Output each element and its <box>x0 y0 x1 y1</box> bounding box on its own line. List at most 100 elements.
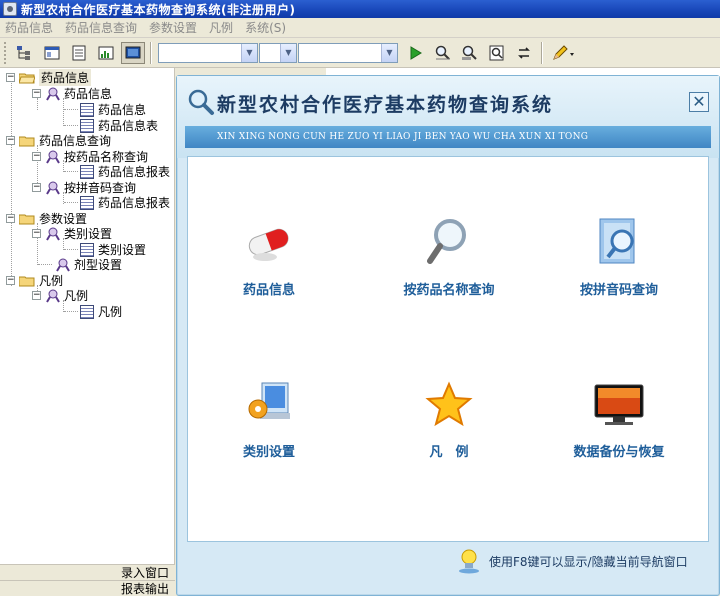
filter-combo-2[interactable]: ▼ <box>259 42 297 63</box>
folder-icon <box>19 136 35 146</box>
chart-icon <box>98 46 114 59</box>
chevron-down-icon[interactable]: ▼ <box>241 43 257 62</box>
title-bar: 新型农村合作医疗基本药物查询系统(非注册用户) <box>0 0 720 18</box>
window-button[interactable] <box>40 42 64 64</box>
menu-drug-info[interactable]: 药品信息 <box>2 19 62 36</box>
tile-label: 按药品名称查询 <box>403 283 495 298</box>
status-label: 录入窗口 <box>120 566 169 580</box>
tree-node-label: 药品信息查询 <box>39 134 112 148</box>
magnifier-icon <box>423 217 475 269</box>
form-icon <box>80 242 94 257</box>
filter-combo-1[interactable]: ▼ <box>158 42 258 63</box>
collapse-icon[interactable]: − <box>6 276 15 285</box>
collapse-icon[interactable]: − <box>6 73 15 82</box>
find-button[interactable] <box>431 42 455 64</box>
tree-leaf-legend[interactable]: 凡例 <box>80 304 122 319</box>
monitor-button[interactable] <box>121 41 145 64</box>
tree-node-dosage-form[interactable]: 剂型设置 <box>55 257 122 272</box>
tile-query-by-name[interactable]: 按药品名称查询 <box>374 217 524 307</box>
document-button[interactable] <box>67 42 91 64</box>
status-input-window[interactable]: 录入窗口 <box>0 564 175 580</box>
tree-node-drug-info[interactable]: − 药品信息 <box>6 69 92 86</box>
tree-leaf-drug-info-table[interactable]: 药品信息表 <box>80 118 158 133</box>
tree-node-label: 药品信息报表 <box>98 165 171 179</box>
refresh-button[interactable] <box>512 42 536 64</box>
status-label: 报表输出 <box>120 582 169 596</box>
document-search-icon <box>593 217 645 269</box>
tool-icon <box>46 227 60 241</box>
tree-leaf-report-1[interactable]: 药品信息报表 <box>80 164 170 179</box>
monitor-icon <box>125 46 141 58</box>
tile-label: 数据备份与恢复 <box>573 445 665 460</box>
chevron-down-icon[interactable]: ▼ <box>381 43 397 62</box>
tree-toggle-button[interactable] <box>13 42 37 64</box>
lightbulb-icon <box>459 549 479 574</box>
tool-icon <box>46 150 60 164</box>
star-icon <box>423 379 475 431</box>
menu-drug-query[interactable]: 药品信息查询 <box>62 19 146 36</box>
run-button[interactable] <box>404 42 428 64</box>
tree-node-drug-info-sub[interactable]: − 药品信息 <box>32 86 112 101</box>
form-icon <box>80 118 94 133</box>
tree-node-legend[interactable]: − 凡例 <box>6 273 63 288</box>
form-icon <box>80 304 94 319</box>
menu-params[interactable]: 参数设置 <box>146 19 206 36</box>
tree-node-query-by-name[interactable]: − 按药品名称查询 <box>32 149 148 164</box>
tree-node-label: 药品信息报表 <box>98 196 171 210</box>
tree-leaf-category[interactable]: 类别设置 <box>80 242 146 257</box>
menu-bar: 药品信息 药品信息查询 参数设置 凡例 系统(S) <box>0 18 720 38</box>
menu-system[interactable]: 系统(S) <box>242 19 295 36</box>
tree-node-legend-sub[interactable]: − 凡例 <box>32 288 88 303</box>
filter-combo-3[interactable]: ▼ <box>298 42 398 63</box>
collapse-icon[interactable]: − <box>32 183 41 192</box>
chart-button[interactable] <box>94 42 118 64</box>
tree-node-label: 凡例 <box>39 274 64 288</box>
tree-node-label: 药品信息 <box>98 103 147 117</box>
tile-category-settings[interactable]: 类别设置 <box>194 379 344 469</box>
tree-node-category[interactable]: − 类别设置 <box>32 226 112 241</box>
chevron-down-icon[interactable]: ▼ <box>280 43 296 62</box>
find-icon <box>435 45 450 60</box>
zoom-icon <box>489 45 504 60</box>
folder-icon <box>19 214 35 224</box>
tile-drug-info[interactable]: 药品信息 <box>194 217 344 307</box>
tree-leaf-report-2[interactable]: 药品信息报表 <box>80 195 170 210</box>
pencil-icon <box>553 44 574 60</box>
collapse-icon[interactable]: − <box>32 89 41 98</box>
toolbar-separator <box>541 41 543 64</box>
collapse-icon[interactable]: − <box>32 291 41 300</box>
tree-node-label: 凡例 <box>98 305 123 319</box>
tree-node-query-by-pinyin[interactable]: − 按拼音码查询 <box>32 180 136 195</box>
close-button[interactable]: ✕ <box>689 92 709 112</box>
status-report-output[interactable]: 报表输出 <box>0 580 175 596</box>
tree-leaf-drug-info[interactable]: 药品信息 <box>80 102 146 117</box>
find-next-button[interactable] <box>458 42 482 64</box>
edit-button[interactable] <box>549 42 579 64</box>
dialog-panel: 药品信息 按药品名称查询 按拼音码查询 类别设置 凡 例 数据备份与恢复 <box>187 156 709 542</box>
collapse-icon[interactable]: − <box>6 214 15 223</box>
tool-icon <box>56 258 70 272</box>
tree-node-drug-query[interactable]: − 药品信息查询 <box>6 133 111 148</box>
navigation-dialog: 新型农村合作医疗基本药物查询系统 ✕ XIN XING NONG CUN HE … <box>176 75 720 596</box>
toolbar-grip[interactable] <box>4 41 7 64</box>
tile-query-by-pinyin[interactable]: 按拼音码查询 <box>544 217 694 307</box>
collapse-icon[interactable]: − <box>32 229 41 238</box>
tree-node-label: 药品信息 <box>64 87 113 101</box>
tile-legend[interactable]: 凡 例 <box>374 379 524 469</box>
tile-label: 药品信息 <box>242 283 295 298</box>
dialog-title: 新型农村合作医疗基本药物查询系统 <box>217 94 554 116</box>
settings-monitor-icon <box>243 379 295 431</box>
footer-tip: 使用F8键可以显示/隐藏当前导航窗口 <box>489 554 688 569</box>
tile-backup-restore[interactable]: 数据备份与恢复 <box>544 379 694 469</box>
search-icon <box>188 89 214 115</box>
tree-node-label: 凡例 <box>64 289 89 303</box>
zoom-button[interactable] <box>485 42 509 64</box>
tree-node-label: 类别设置 <box>64 227 113 241</box>
tile-label: 类别设置 <box>242 445 295 460</box>
menu-legend[interactable]: 凡例 <box>206 19 242 36</box>
collapse-icon[interactable]: − <box>6 136 15 145</box>
tree-node-params[interactable]: − 参数设置 <box>6 211 87 226</box>
form-icon <box>80 102 94 117</box>
collapse-icon[interactable]: − <box>32 152 41 161</box>
tile-label: 按拼音码查询 <box>579 283 658 298</box>
